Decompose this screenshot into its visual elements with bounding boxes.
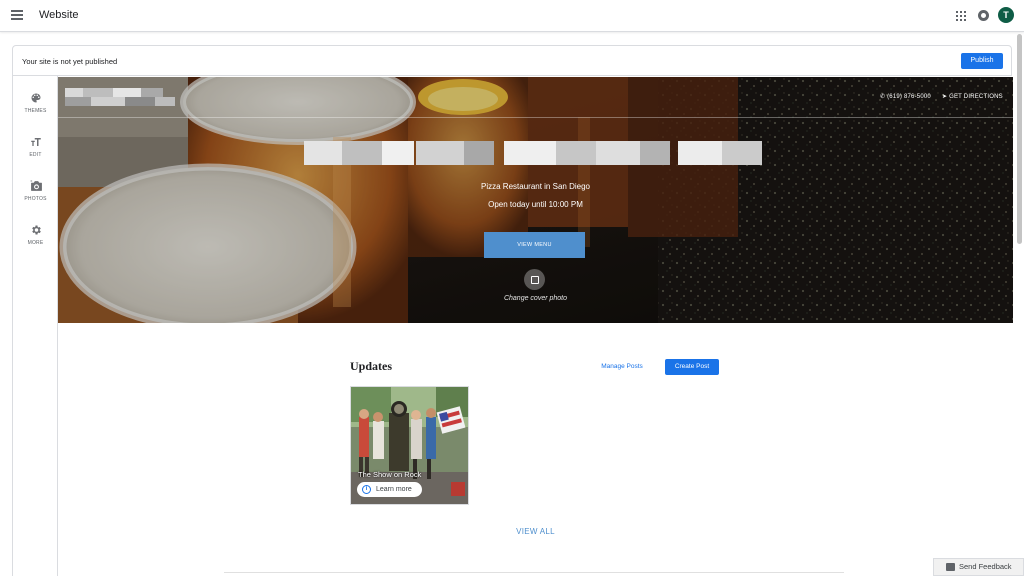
change-cover-label: Change cover photo <box>503 295 568 302</box>
rail-item-photos[interactable]: PHOTOS <box>13 180 58 202</box>
page-scrollbar[interactable] <box>1017 34 1022 244</box>
change-cover-photo-icon[interactable] <box>524 269 545 290</box>
business-name[interactable] <box>304 141 764 165</box>
create-post-button[interactable]: Create Post <box>665 359 719 375</box>
hero-divider <box>58 117 1013 118</box>
section-divider <box>224 572 844 573</box>
updates-title: Updates <box>350 359 393 373</box>
rail-label: EDIT <box>29 152 42 158</box>
post-card[interactable]: The Show on Rock i Learn more <box>350 386 469 505</box>
business-hours: Open today until 10:00 PM <box>488 200 583 209</box>
unpublished-message: Your site is not yet published <box>22 57 118 66</box>
notifications-icon[interactable] <box>978 10 989 21</box>
gear-icon <box>30 224 42 236</box>
publish-button[interactable]: Publish <box>961 53 1003 69</box>
view-menu-button[interactable]: VIEW MENU <box>484 232 585 258</box>
rail-item-more[interactable]: MORE <box>13 224 58 246</box>
manage-posts-button[interactable]: Manage Posts <box>593 359 651 375</box>
apps-grid-icon[interactable] <box>956 11 966 21</box>
editor-side-rail: THEMES EDIT PHOTOS MORE <box>12 76 58 576</box>
phone-number[interactable]: ✆ (619) 876-5000 <box>880 93 931 100</box>
business-logo[interactable] <box>65 86 175 112</box>
avatar[interactable]: T <box>998 7 1014 23</box>
send-feedback-button[interactable]: Send Feedback <box>933 558 1024 576</box>
view-all-link[interactable]: VIEW ALL <box>58 527 1013 536</box>
rail-label: PHOTOS <box>24 196 47 202</box>
learn-more-label: Learn more <box>376 486 412 493</box>
info-icon: i <box>362 485 371 494</box>
rail-item-edit[interactable]: EDIT <box>13 136 58 158</box>
business-category: Pizza Restaurant in San Diego <box>481 182 590 191</box>
rail-label: MORE <box>27 240 44 246</box>
publish-banner: Your site is not yet published Publish <box>12 45 1012 76</box>
text-format-icon <box>30 136 42 148</box>
updates-section: Updates Manage Posts Create Post The Sho… <box>58 323 1013 576</box>
menu-icon[interactable] <box>11 10 23 20</box>
send-feedback-label: Send Feedback <box>959 562 1012 571</box>
rail-label: THEMES <box>24 108 47 114</box>
get-directions-link[interactable]: ➤ GET DIRECTIONS <box>942 93 1003 100</box>
hero-cover: ✆ (619) 876-5000 ➤ GET DIRECTIONS Pizza … <box>58 77 1013 323</box>
camera-icon <box>30 180 42 192</box>
palette-icon <box>30 92 42 104</box>
top-app-bar: Website T <box>0 0 1024 32</box>
learn-more-button[interactable]: i Learn more <box>357 482 422 497</box>
post-caption: The Show on Rock <box>358 470 422 479</box>
feedback-icon <box>946 563 955 571</box>
app-title: Website <box>39 9 79 21</box>
rail-item-themes[interactable]: THEMES <box>13 92 58 114</box>
